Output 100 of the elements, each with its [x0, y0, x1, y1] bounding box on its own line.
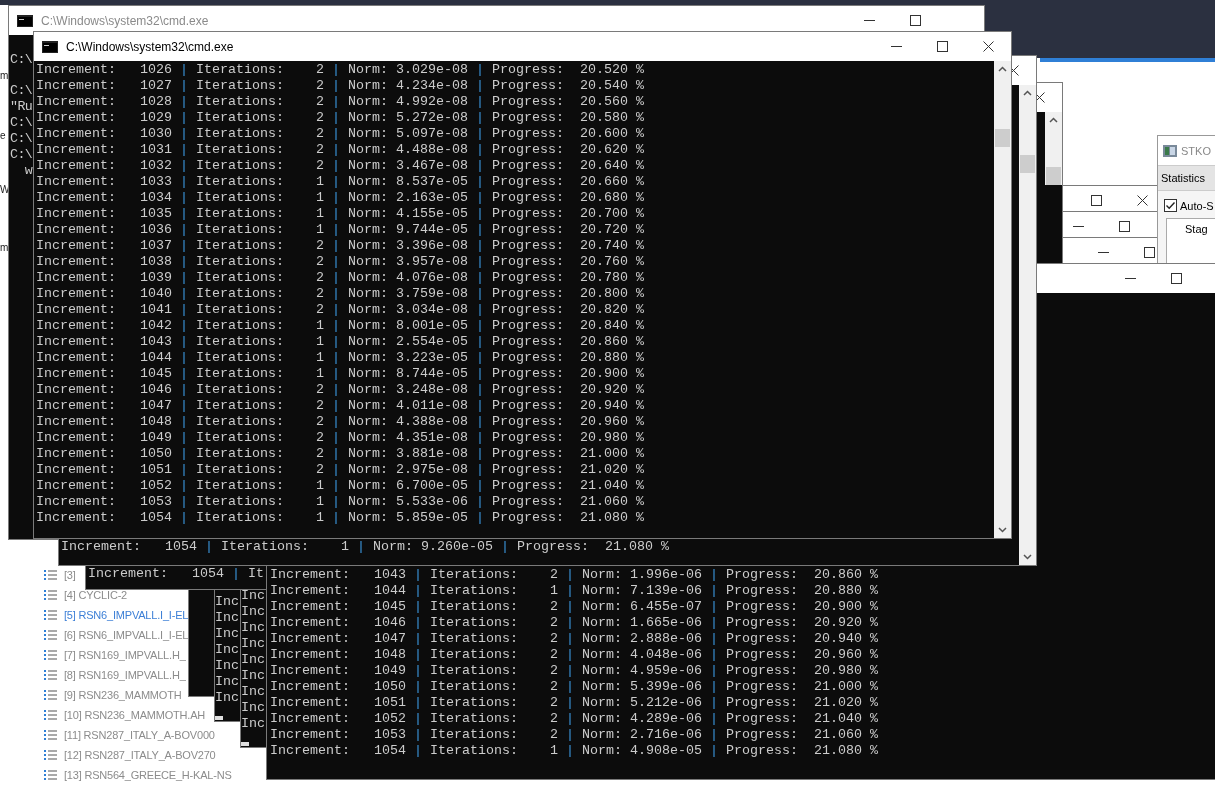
- list-item[interactable]: [8] RSN169_IMPVALL.H_: [64, 669, 186, 681]
- minimize-icon[interactable]: [863, 19, 875, 22]
- console-line: Increment: 1035 | Iterations: 1 | Norm: 4.155e-05 | Progress: 20.700 %: [36, 206, 644, 222]
- console-line: Increment: 1051 | Iterations: 2 | Norm: 2.975e-08 | Progress: 21.020 %: [36, 462, 644, 478]
- console-line: Inc: [241, 604, 265, 620]
- console-line: Increment: 1041 | Iterations: 2 | Norm: 3.034e-08 | Progress: 20.820 %: [36, 302, 644, 318]
- console-line: Increment: 1027 | Iterations: 2 | Norm: 4.234e-08 | Progress: 20.540 %: [36, 78, 644, 94]
- console-line: C:\: [10, 115, 33, 131]
- console-line: Inc: [215, 658, 239, 674]
- console-line: C:\: [10, 147, 33, 163]
- console-line: Increment: 1054 | It: [88, 566, 264, 582]
- list-icon: [44, 669, 57, 681]
- console-line: Increment: 1048 | Iterations: 2 | Norm: 4.388e-08 | Progress: 20.960 %: [36, 414, 644, 430]
- scroll-thumb[interactable]: [995, 129, 1010, 147]
- list-icon: [44, 629, 57, 641]
- console-line: Increment: 1054 | Iterations: 1 | Norm: 9.260e-05 | Progress: 21.080 %: [61, 539, 669, 555]
- console-line: Increment: 1047 | Iterations: 2 | Norm: 2.888e-06 | Progress: 20.940 %: [270, 631, 878, 647]
- console-line: C:\: [10, 131, 33, 147]
- window-title: C:\Windows\system32\cmd.exe: [41, 13, 209, 28]
- minimize-icon[interactable]: [1124, 277, 1136, 280]
- scroll-thumb[interactable]: [1046, 167, 1061, 185]
- minimize-icon[interactable]: [890, 45, 902, 48]
- console-line: Increment: 1049 | Iterations: 2 | Norm: 4.959e-06 | Progress: 20.980 %: [270, 663, 878, 679]
- console-line: C:\: [10, 83, 33, 99]
- console-line: Increment: 1040 | Iterations: 2 | Norm: 3.759e-08 | Progress: 20.800 %: [36, 286, 644, 302]
- console-line: Increment: 1045 | Iterations: 2 | Norm: 6.455e-07 | Progress: 20.900 %: [270, 599, 878, 615]
- console-line: Increment: 1048 | Iterations: 2 | Norm: 4.048e-06 | Progress: 20.960 %: [270, 647, 878, 663]
- console-line: Increment: 1051 | Iterations: 2 | Norm: 5.212e-06 | Progress: 21.020 %: [270, 695, 878, 711]
- console-line: Inc: [241, 652, 265, 668]
- console-line: Increment: 1049 | Iterations: 2 | Norm: 4.351e-08 | Progress: 20.980 %: [36, 430, 644, 446]
- maximize-icon[interactable]: [1170, 273, 1182, 284]
- minimize-icon[interactable]: [1072, 225, 1084, 228]
- scroll-thumb[interactable]: [1020, 155, 1035, 173]
- maximize-icon[interactable]: [1090, 195, 1102, 206]
- console-line: Inc: [241, 700, 265, 716]
- scrollbar[interactable]: [994, 61, 1011, 538]
- console-line: Increment: 1042 | Iterations: 1 | Norm: 8.001e-05 | Progress: 20.840 %: [36, 318, 644, 334]
- console-line: Inc: [215, 610, 239, 626]
- list-item[interactable]: [10] RSN236_MAMMOTH.AH: [64, 709, 206, 721]
- console-line: Increment: 1046 | Iterations: 2 | Norm: 1.665e-06 | Progress: 20.920 %: [270, 615, 878, 631]
- list-item[interactable]: [11] RSN287_ITALY_A-BOV000: [64, 729, 215, 741]
- console-line: Inc: [241, 636, 265, 652]
- console-line: Increment: 1037 | Iterations: 2 | Norm: 3.396e-08 | Progress: 20.740 %: [36, 238, 644, 254]
- list-icon: [44, 709, 57, 721]
- close-icon[interactable]: [982, 41, 994, 52]
- console-line: Increment: 1046 | Iterations: 2 | Norm: 3.248e-08 | Progress: 20.920 %: [36, 382, 644, 398]
- console-line: Increment: 1050 | Iterations: 2 | Norm: 3.881e-08 | Progress: 21.000 %: [36, 446, 644, 462]
- console-line: Inc: [241, 716, 265, 732]
- window-title: C:\Windows\system32\cmd.exe: [66, 39, 234, 54]
- list-icon: [44, 589, 57, 601]
- console-line: Increment: 1052 | Iterations: 2 | Norm: 4.289e-06 | Progress: 21.040 %: [270, 711, 878, 727]
- console-line: Inc: [241, 588, 265, 604]
- console-app-icon: [42, 40, 58, 53]
- list-item[interactable]: [13] RSN564_GREECE_H-KAL-NS: [64, 769, 232, 781]
- checkbox-label: Auto-S: [1180, 199, 1214, 212]
- console-line: Increment: 1044 | Iterations: 1 | Norm: 3.223e-05 | Progress: 20.880 %: [36, 350, 644, 366]
- console-line: Increment: 1030 | Iterations: 2 | Norm: 5.097e-08 | Progress: 20.600 %: [36, 126, 644, 142]
- list-item[interactable]: [5] RSN6_IMPVALL.I_I-EL: [64, 609, 189, 621]
- list-item[interactable]: [3]: [64, 569, 76, 581]
- console-line: Increment: 1044 | Iterations: 1 | Norm: 7.139e-06 | Progress: 20.880 %: [270, 583, 878, 599]
- console-line: Increment: 1053 | Iterations: 2 | Norm: 2.716e-06 | Progress: 21.060 %: [270, 727, 878, 743]
- list-item[interactable]: [6] RSN6_IMPVALL.I_I-EL: [64, 629, 189, 641]
- minimize-icon[interactable]: [1097, 251, 1109, 254]
- console-line: Inc: [215, 642, 239, 658]
- maximize-icon[interactable]: [1143, 247, 1155, 258]
- console-line: Inc: [215, 626, 239, 642]
- list-icon: [44, 729, 57, 741]
- console-line: Inc: [215, 594, 239, 610]
- maximize-icon[interactable]: [936, 41, 948, 52]
- console-line: Increment: 1038 | Iterations: 2 | Norm: 3.957e-08 | Progress: 20.760 %: [36, 254, 644, 270]
- maximize-icon[interactable]: [1118, 221, 1130, 232]
- console-line: Increment: 1045 | Iterations: 1 | Norm: 8.744e-05 | Progress: 20.900 %: [36, 366, 644, 382]
- side-text: m: [0, 242, 9, 253]
- console-line: Increment: 1039 | Iterations: 2 | Norm: 4.076e-08 | Progress: 20.780 %: [36, 270, 644, 286]
- console-line: Increment: 1028 | Iterations: 2 | Norm: 4.992e-08 | Progress: 20.560 %: [36, 94, 644, 110]
- scrollbar[interactable]: [1019, 85, 1036, 565]
- console-line: w: [23, 163, 33, 179]
- console-line: Increment: 1054 | Iterations: 1 | Norm: 5.859e-05 | Progress: 21.080 %: [36, 510, 644, 526]
- stats-box: Stag: [1166, 218, 1215, 265]
- side-text: m: [0, 70, 9, 81]
- list-icon: [44, 649, 57, 661]
- console-line: Increment: 1043 | Iterations: 1 | Norm: 2.554e-05 | Progress: 20.860 %: [36, 334, 644, 350]
- console-line: Increment: 1043 | Iterations: 2 | Norm: 1.996e-06 | Progress: 20.860 %: [270, 567, 878, 583]
- scrollbar[interactable]: [1045, 112, 1062, 185]
- list-item[interactable]: [4] CYCLIC-2: [64, 589, 127, 601]
- list-item[interactable]: [9] RSN236_MAMMOTH: [64, 689, 182, 701]
- console-line: Increment: 1054 | Iterations: 1 | Norm: 4.908e-05 | Progress: 21.080 %: [270, 743, 878, 759]
- console-line: Increment: 1033 | Iterations: 1 | Norm: 8.537e-05 | Progress: 20.660 %: [36, 174, 644, 190]
- list-item[interactable]: [7] RSN169_IMPVALL.H_: [64, 649, 186, 661]
- close-icon[interactable]: [1136, 195, 1148, 206]
- console-line: Inc: [241, 668, 265, 684]
- console-line: Increment: 1047 | Iterations: 2 | Norm: 4.011e-08 | Progress: 20.940 %: [36, 398, 644, 414]
- checkbox[interactable]: [1164, 199, 1177, 212]
- console-app-icon: [17, 14, 33, 27]
- list-item[interactable]: [12] RSN287_ITALY_A-BOV270: [64, 749, 216, 761]
- console-line: "Ru: [10, 99, 33, 115]
- console-line: C:\: [10, 52, 33, 68]
- maximize-icon[interactable]: [909, 15, 921, 26]
- console-line: Increment: 1031 | Iterations: 2 | Norm: 4.488e-08 | Progress: 20.620 %: [36, 142, 644, 158]
- console-line: Increment: 1032 | Iterations: 2 | Norm: 3.467e-08 | Progress: 20.640 %: [36, 158, 644, 174]
